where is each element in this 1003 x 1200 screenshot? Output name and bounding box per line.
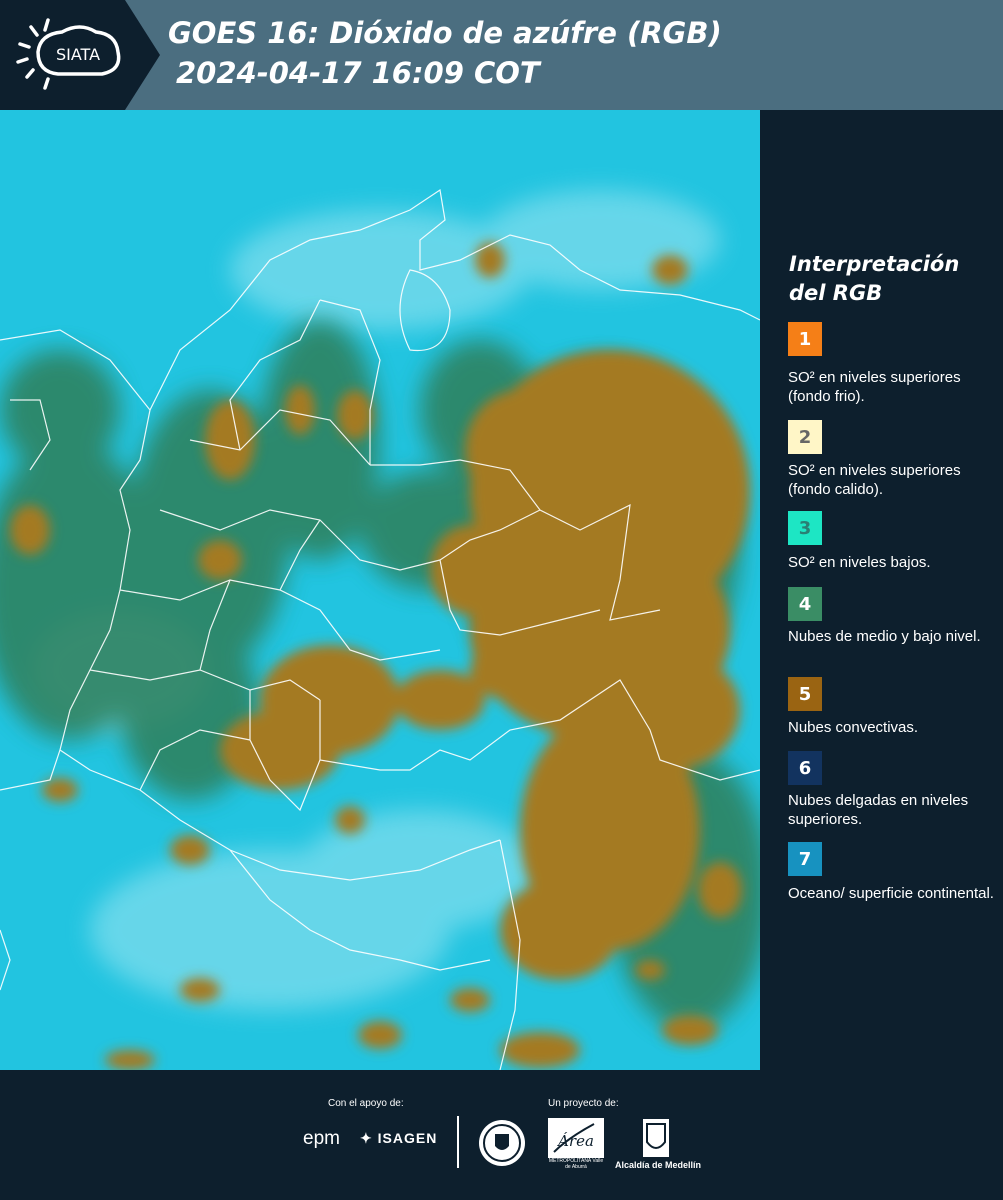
- medellin-seal-icon: [479, 1120, 525, 1166]
- isagen-logo-text: ISAGEN: [377, 1130, 438, 1146]
- legend-label-1: SO² en niveles superiores (fondo frio).: [788, 369, 961, 405]
- legend-title: Interpretación del RGB: [789, 252, 960, 305]
- area-metropolitana-logo: Área: [548, 1118, 604, 1158]
- legend-swatch-4: 4: [788, 587, 822, 621]
- legend-label-3: SO² en niveles bajos.: [788, 554, 931, 571]
- alcaldia-label: Alcaldía de Medellín: [614, 1160, 702, 1170]
- legend-label-7: Oceano/ superficie continental.: [788, 885, 994, 902]
- siata-logo-text: SIATA: [56, 45, 100, 64]
- legend-swatch-number: 1: [798, 328, 812, 350]
- isagen-star-icon: ✦: [360, 1130, 373, 1146]
- rgb-satellite-map: [0, 110, 760, 1070]
- siata-logo: SIATA: [16, 18, 121, 90]
- footer-divider: [457, 1116, 459, 1168]
- support-label: Con el apoyo de:: [328, 1098, 404, 1109]
- epm-logo: epm: [303, 1128, 340, 1149]
- legend-label-5: Nubes convectivas.: [788, 719, 919, 736]
- siata-logo-panel: SIATA: [0, 0, 160, 110]
- legend-swatch-7: 7: [788, 842, 822, 876]
- isagen-logo: ✦ ISAGEN: [360, 1130, 437, 1147]
- alcaldia-shield-icon: [643, 1119, 669, 1157]
- legend-label-2: SO² en niveles superiores (fondo calido)…: [788, 462, 961, 498]
- area-logo-text: Área: [556, 1132, 594, 1150]
- legend-swatch-number: 2: [798, 426, 812, 448]
- legend-swatch-number: 4: [798, 593, 812, 615]
- legend-swatch-number: 5: [798, 683, 812, 705]
- legend-label-4: Nubes de medio y bajo nivel.: [788, 628, 981, 645]
- legend-swatch-number: 3: [798, 517, 812, 539]
- satellite-image: [0, 110, 760, 1070]
- legend-swatch-number: 6: [798, 757, 812, 779]
- area-metropolitana-label: METROPOLITANA Valle de Aburrá: [548, 1158, 604, 1170]
- legend-sidebar: Interpretación del RGB 1 SO² en niveles …: [760, 110, 1003, 1070]
- title-line-timestamp: 2024-04-17 16:09 COT: [176, 56, 540, 90]
- legend-swatch-3: 3: [788, 511, 822, 545]
- legend-swatch-1: 1: [788, 322, 822, 356]
- legend-swatch-2: 2: [788, 420, 822, 454]
- legend-swatch-5: 5: [788, 677, 822, 711]
- footer: Con el apoyo de: Un proyecto de: epm ✦ I…: [0, 1070, 1003, 1200]
- project-label: Un proyecto de:: [548, 1098, 619, 1109]
- title-line-product: GOES 16: Dióxido de azúfre (RGB): [168, 16, 722, 50]
- legend-swatch-number: 7: [798, 848, 812, 870]
- legend-label-6: Nubes delgadas en niveles superiores.: [788, 792, 969, 828]
- legend-swatch-6: 6: [788, 751, 822, 785]
- header-bar: SIATA GOES 16: Dióxido de azúfre (RGB) 2…: [0, 0, 1003, 110]
